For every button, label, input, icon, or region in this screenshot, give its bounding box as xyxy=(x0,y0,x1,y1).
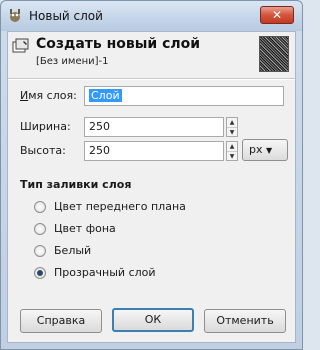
window-title: Новый слой xyxy=(29,9,103,23)
layer-name-label: Имя слоя: xyxy=(20,89,77,102)
radio-transparent[interactable] xyxy=(34,267,46,279)
height-stepper[interactable]: ▲ ▼ xyxy=(226,141,238,161)
option-background-label: Цвет фона xyxy=(54,222,116,235)
header-separator xyxy=(8,78,295,80)
unit-value: px xyxy=(249,143,263,156)
close-button[interactable]: ✕ xyxy=(260,6,294,24)
new-layer-icon xyxy=(12,38,29,53)
dialog-heading: Создать новый слой xyxy=(36,36,201,52)
cancel-button[interactable]: Отменить xyxy=(204,309,286,333)
chevron-down-icon[interactable]: ▼ xyxy=(227,127,237,136)
layer-name-input[interactable]: Слой xyxy=(84,86,284,106)
chevron-up-icon[interactable]: ▲ xyxy=(227,118,237,127)
radio-background[interactable] xyxy=(34,223,46,235)
option-transparent-label: Прозрачный слой xyxy=(54,266,156,279)
chevron-up-icon[interactable]: ▲ xyxy=(227,142,237,151)
width-input[interactable]: 250 xyxy=(84,117,224,137)
option-white-label: Белый xyxy=(54,244,92,257)
chevron-down-icon[interactable]: ▼ xyxy=(227,151,237,160)
dialog-header: Создать новый слой [Без имени]-1 xyxy=(8,32,295,78)
gimp-icon xyxy=(10,9,20,22)
fill-type-title: Тип заливки слоя xyxy=(20,178,132,191)
option-foreground-label: Цвет переднего плана xyxy=(54,200,186,213)
chevron-down-icon: ▼ xyxy=(266,146,273,155)
image-name: [Без имени]-1 xyxy=(36,56,109,67)
unit-select[interactable]: px ▼ xyxy=(242,139,288,161)
title-bar[interactable]: Новый слой ✕ xyxy=(1,1,302,31)
dialog-window: Новый слой ✕ Создать новый слой [Без име… xyxy=(0,0,303,350)
radio-white[interactable] xyxy=(34,245,46,257)
dialog-body: Создать новый слой [Без имени]-1 Имя сло… xyxy=(7,31,296,343)
height-label: Высота: xyxy=(20,144,66,157)
layer-name-selection: Слой xyxy=(89,89,122,102)
ok-button[interactable]: ОК xyxy=(112,308,194,332)
height-input[interactable]: 250 xyxy=(84,141,224,161)
image-thumbnail xyxy=(259,36,289,72)
width-stepper[interactable]: ▲ ▼ xyxy=(226,117,238,137)
help-button[interactable]: Справка xyxy=(20,309,102,333)
radio-foreground[interactable] xyxy=(34,201,46,213)
width-label: Ширина: xyxy=(20,120,71,133)
